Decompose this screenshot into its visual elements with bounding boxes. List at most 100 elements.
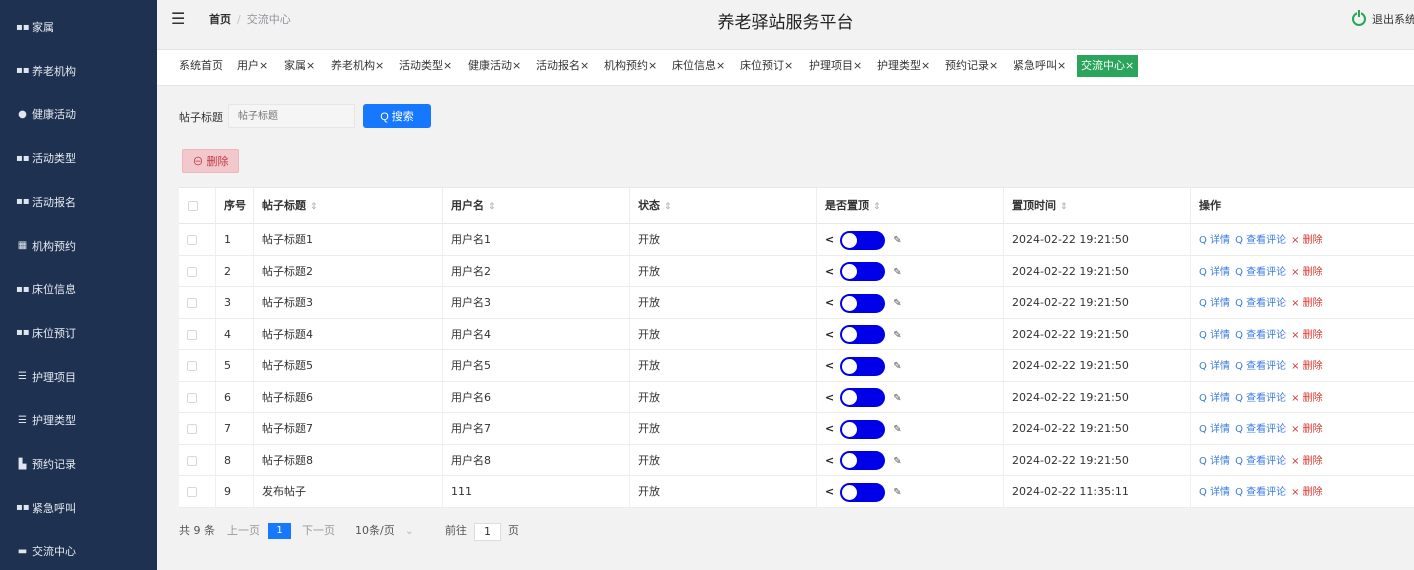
- view-comments-link[interactable]: Q 查看评论: [1235, 393, 1286, 404]
- tab-tag[interactable]: 健康活动×: [464, 55, 525, 77]
- sidebar-item[interactable]: ▪▪ 床位信息: [0, 279, 157, 299]
- sidebar-item[interactable]: ▪▪ 床位预订: [0, 323, 157, 343]
- row-checkbox[interactable]: [187, 298, 197, 308]
- sidebar-item[interactable]: ▪▪ 养老机构: [0, 61, 157, 81]
- delete-link[interactable]: × 删除: [1291, 424, 1323, 435]
- column-header-status[interactable]: 状态 ⇕: [630, 188, 817, 224]
- next-page-button[interactable]: 下一页: [302, 522, 335, 538]
- sidebar-item[interactable]: ▪▪ 活动类型: [0, 148, 157, 168]
- edit-icon[interactable]: ✎: [893, 393, 901, 404]
- tab-tag[interactable]: 护理类型×: [873, 55, 934, 77]
- view-comments-link[interactable]: Q 查看评论: [1235, 456, 1286, 467]
- delete-link[interactable]: × 删除: [1291, 456, 1323, 467]
- row-checkbox-cell[interactable]: [179, 255, 216, 287]
- column-header-title[interactable]: 帖子标题 ⇕: [254, 188, 443, 224]
- batch-delete-button[interactable]: ⊖ 删除: [182, 149, 239, 173]
- view-comments-link[interactable]: Q 查看评论: [1235, 424, 1286, 435]
- pin-toggle-switch[interactable]: [840, 356, 886, 376]
- row-checkbox[interactable]: [187, 455, 197, 466]
- delete-link[interactable]: × 删除: [1291, 298, 1323, 309]
- edit-icon[interactable]: ✎: [893, 424, 901, 435]
- search-input[interactable]: [228, 104, 355, 128]
- pin-toggle-switch[interactable]: [840, 388, 886, 407]
- edit-icon[interactable]: ✎: [893, 361, 901, 372]
- pin-toggle-switch[interactable]: [840, 230, 886, 250]
- sidebar-item[interactable]: ▪▪ 家属: [0, 17, 157, 37]
- share-icon[interactable]: <: [825, 296, 834, 309]
- share-icon[interactable]: <: [825, 422, 834, 435]
- share-icon[interactable]: <: [825, 265, 834, 278]
- tab-tag[interactable]: 交流中心×: [1077, 55, 1139, 77]
- column-header-pinned[interactable]: 是否置顶 ⇕: [817, 188, 1004, 224]
- sidebar-item[interactable]: ▙ 预约记录: [0, 454, 157, 474]
- row-checkbox[interactable]: [187, 392, 197, 403]
- share-icon[interactable]: <: [825, 485, 834, 498]
- share-icon[interactable]: <: [825, 454, 834, 467]
- select-all-checkbox[interactable]: [188, 201, 198, 211]
- row-checkbox-cell[interactable]: [179, 444, 216, 476]
- page-number-current[interactable]: 1: [268, 523, 291, 539]
- share-icon[interactable]: <: [825, 359, 834, 372]
- share-icon[interactable]: <: [825, 328, 834, 341]
- detail-link[interactable]: Q 详情: [1199, 330, 1230, 341]
- select-all-checkbox-cell[interactable]: [179, 188, 216, 224]
- tab-tag[interactable]: 活动报名×: [532, 55, 593, 77]
- row-checkbox[interactable]: [187, 424, 197, 434]
- logout-button[interactable]: 退出系统: [1352, 10, 1414, 27]
- delete-link[interactable]: × 删除: [1291, 361, 1323, 372]
- delete-link[interactable]: × 删除: [1291, 235, 1323, 246]
- row-checkbox-cell[interactable]: [179, 287, 216, 318]
- tab-tag[interactable]: 护理项目×: [805, 55, 866, 77]
- view-comments-link[interactable]: Q 查看评论: [1235, 330, 1286, 341]
- row-checkbox[interactable]: [187, 329, 197, 340]
- tab-tag[interactable]: 预约记录×: [941, 55, 1002, 77]
- pin-toggle-switch[interactable]: [840, 451, 886, 470]
- tab-tag[interactable]: 用户×: [233, 55, 272, 77]
- tab-tag[interactable]: 养老机构×: [327, 55, 388, 77]
- column-header-user[interactable]: 用户名 ⇕: [443, 188, 630, 224]
- edit-icon[interactable]: ✎: [893, 298, 901, 309]
- sidebar-item[interactable]: ▬ 交流中心: [0, 541, 157, 561]
- detail-link[interactable]: Q 详情: [1199, 298, 1230, 309]
- delete-link[interactable]: × 删除: [1291, 267, 1323, 278]
- detail-link[interactable]: Q 详情: [1199, 393, 1230, 404]
- sort-icon[interactable]: ⇕: [664, 202, 672, 212]
- view-comments-link[interactable]: Q 查看评论: [1235, 487, 1286, 498]
- tab-tag[interactable]: 系统首页: [175, 55, 227, 77]
- row-checkbox[interactable]: [187, 361, 197, 371]
- sort-icon[interactable]: ⇕: [488, 202, 496, 212]
- page-size-select[interactable]: 10条/页 ⌄: [355, 522, 414, 538]
- tab-tag[interactable]: 床位信息×: [668, 55, 729, 77]
- sidebar-item[interactable]: ▪▪ 活动报名: [0, 192, 157, 212]
- row-checkbox-cell[interactable]: [179, 381, 216, 413]
- tab-tag[interactable]: 机构预约×: [600, 55, 661, 77]
- sidebar-item[interactable]: ▦ 机构预约: [0, 236, 157, 256]
- row-checkbox-cell[interactable]: [179, 318, 216, 350]
- sidebar-item[interactable]: ☰ 护理项目: [0, 367, 157, 387]
- row-checkbox[interactable]: [187, 266, 197, 277]
- pin-toggle-switch[interactable]: [840, 293, 886, 313]
- edit-icon[interactable]: ✎: [893, 330, 901, 341]
- pin-toggle-switch[interactable]: [840, 482, 886, 502]
- row-checkbox-cell[interactable]: [179, 350, 216, 381]
- row-checkbox[interactable]: [187, 487, 197, 497]
- sidebar-item[interactable]: ☰ 护理类型: [0, 410, 157, 430]
- goto-page-input[interactable]: 1: [474, 523, 501, 541]
- view-comments-link[interactable]: Q 查看评论: [1235, 298, 1286, 309]
- delete-link[interactable]: × 删除: [1291, 393, 1323, 404]
- column-header-pin-time[interactable]: 置顶时间 ⇕: [1004, 188, 1191, 224]
- share-icon[interactable]: <: [825, 233, 834, 246]
- view-comments-link[interactable]: Q 查看评论: [1235, 267, 1286, 278]
- detail-link[interactable]: Q 详情: [1199, 267, 1230, 278]
- share-icon[interactable]: <: [825, 391, 834, 404]
- row-checkbox-cell[interactable]: [179, 476, 216, 507]
- detail-link[interactable]: Q 详情: [1199, 361, 1230, 372]
- detail-link[interactable]: Q 详情: [1199, 424, 1230, 435]
- sidebar-item[interactable]: ● 健康活动: [0, 104, 157, 124]
- pin-toggle-switch[interactable]: [840, 419, 886, 439]
- tab-tag[interactable]: 床位预订×: [736, 55, 797, 77]
- sidebar-item[interactable]: ▪▪ 紧急呼叫: [0, 498, 157, 518]
- edit-icon[interactable]: ✎: [893, 456, 901, 467]
- row-checkbox[interactable]: [187, 235, 197, 245]
- row-checkbox-cell[interactable]: [179, 224, 216, 255]
